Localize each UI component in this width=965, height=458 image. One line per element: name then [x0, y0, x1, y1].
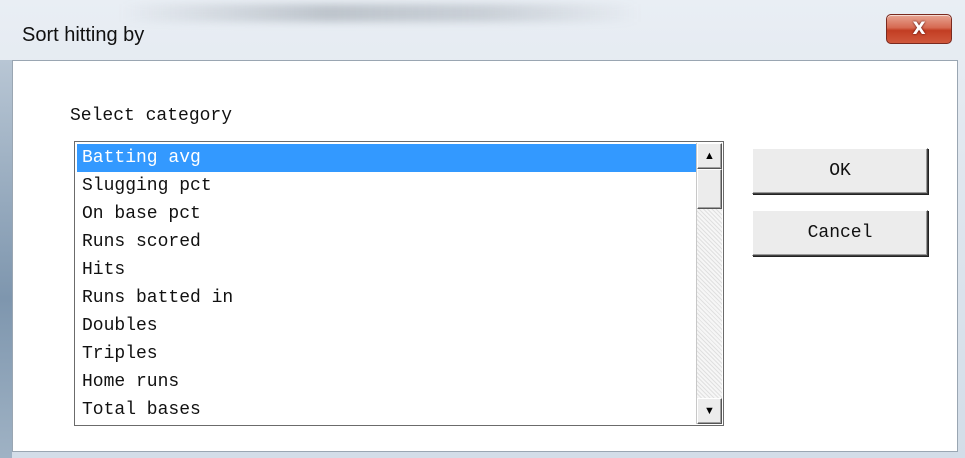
list-item-on-base-pct[interactable]: On base pct [77, 200, 697, 228]
scrollbar-thumb[interactable] [697, 169, 722, 209]
list-item-total-bases[interactable]: Total bases [77, 396, 697, 423]
list-scrollbar[interactable]: ▲ ▼ [696, 143, 722, 424]
list-item-runs-batted-in[interactable]: Runs batted in [77, 284, 697, 312]
list-item-home-runs[interactable]: Home runs [77, 368, 697, 396]
list-item-triples[interactable]: Triples [77, 340, 697, 368]
list-item-batting-avg[interactable]: Batting avg [77, 144, 697, 172]
scroll-down-button[interactable]: ▼ [697, 398, 722, 424]
select-category-label: Select category [70, 106, 233, 126]
window-edge [0, 60, 12, 458]
list-item-runs-scored[interactable]: Runs scored [77, 228, 697, 256]
category-listbox[interactable]: Batting avg Slugging pct On base pct Run… [74, 141, 724, 426]
arrow-down-icon: ▼ [704, 405, 715, 417]
list-item-hits[interactable]: Hits [77, 256, 697, 284]
titlebar-background [120, 4, 640, 22]
arrow-up-icon: ▲ [704, 150, 715, 162]
close-button[interactable]: X [886, 14, 952, 44]
ok-button[interactable]: OK [752, 148, 928, 194]
window-title: Sort hitting by [22, 24, 145, 46]
list-item-doubles[interactable]: Doubles [77, 312, 697, 340]
list-item-slugging-pct[interactable]: Slugging pct [77, 172, 697, 200]
close-x-icon: X [912, 19, 926, 39]
category-list-items: Batting avg Slugging pct On base pct Run… [77, 144, 697, 423]
scroll-up-button[interactable]: ▲ [697, 143, 722, 169]
cancel-button[interactable]: Cancel [752, 210, 928, 256]
